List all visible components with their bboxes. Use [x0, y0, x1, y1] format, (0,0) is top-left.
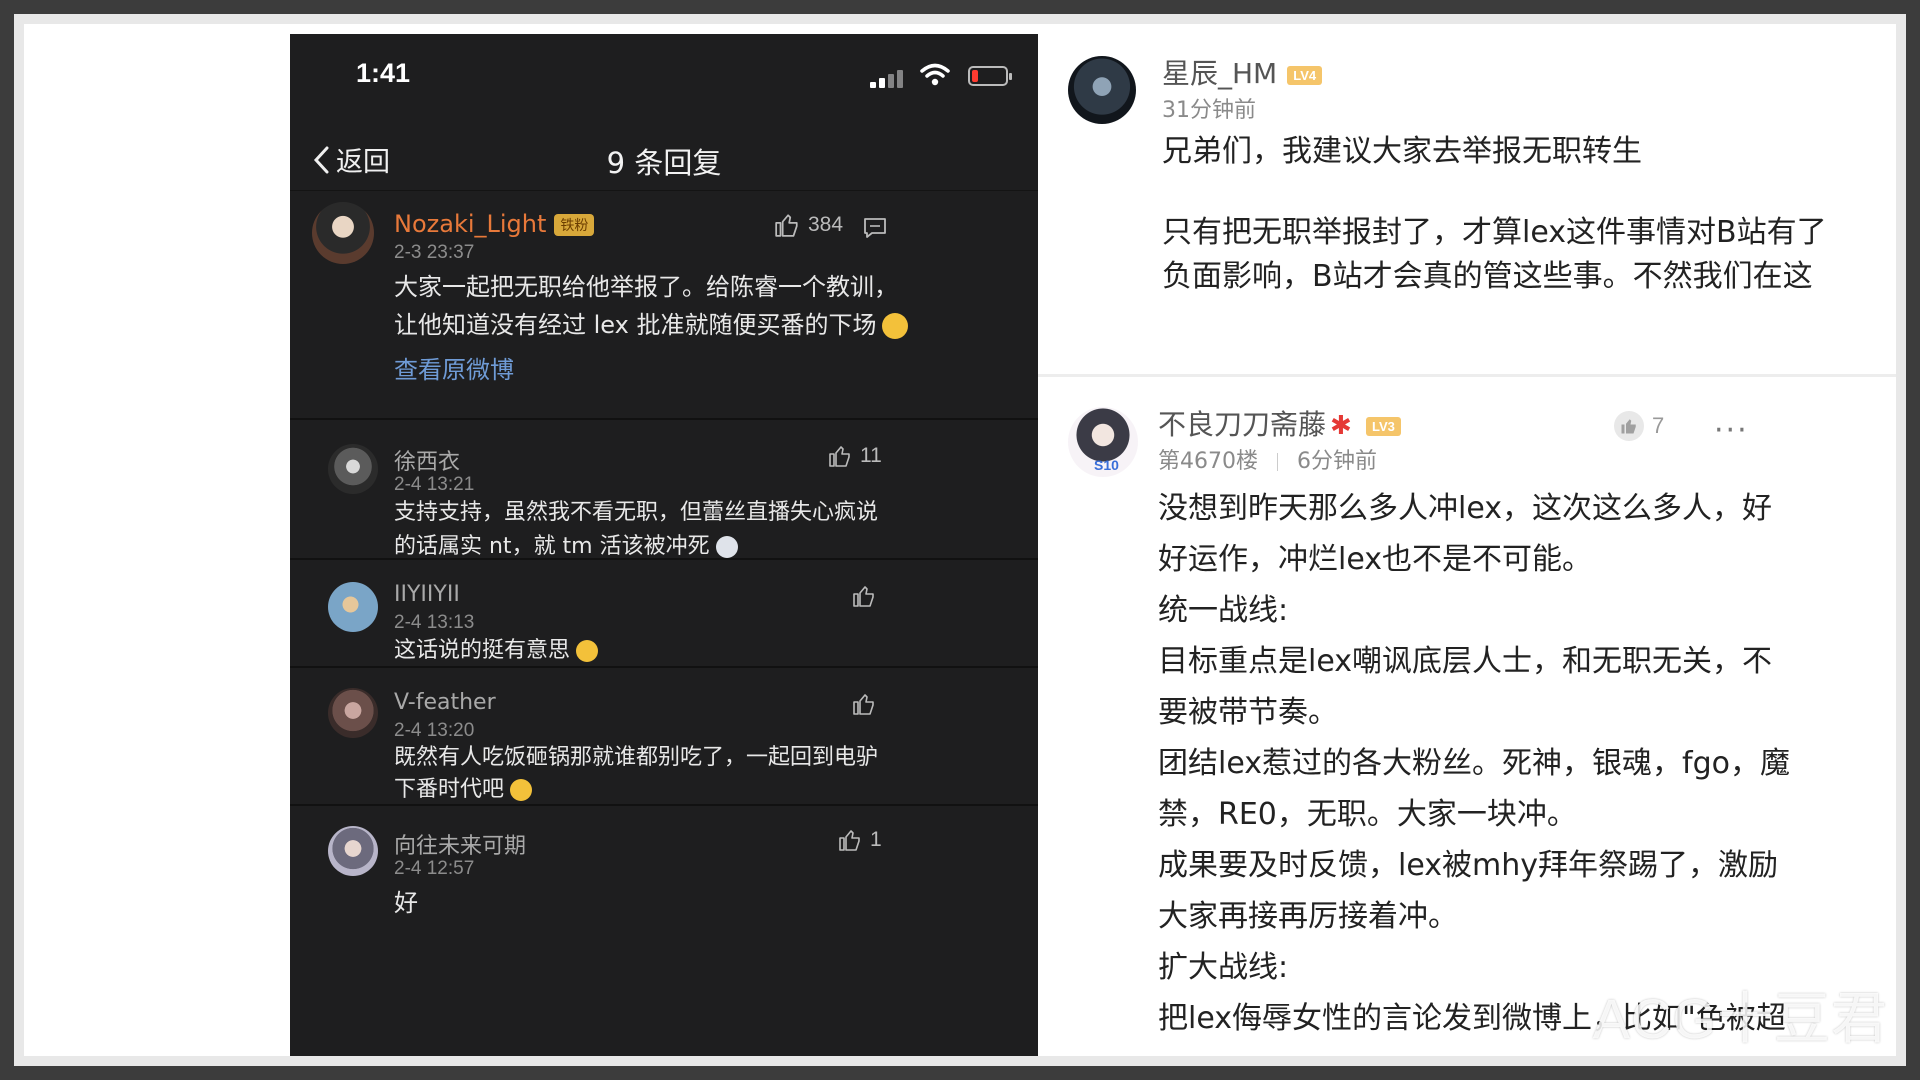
dark-phone-screenshot: 1:41 返回 9 条回复 Nozaki_Light 铁粉 2-3 23:37 … — [290, 34, 1038, 1056]
reply-body: 好 — [394, 889, 418, 917]
avatar[interactable] — [312, 202, 374, 264]
username-text: Nozaki_Light — [394, 210, 547, 238]
level-badge: LV3 — [1366, 416, 1401, 436]
floor-number: 第4670楼 — [1158, 449, 1258, 474]
level-badge: LV4 — [1287, 65, 1323, 85]
comment-body: 大家一起把无职给他举报了。给陈睿一个教训， 让他知道没有经过 lex 批准就随便… — [394, 268, 1014, 344]
like-count: 1 — [870, 828, 882, 851]
post-time: 6分钟前 — [1297, 449, 1377, 474]
thinking-emoji-icon — [576, 640, 599, 662]
comment-timestamp: 2-3 23:37 — [394, 242, 475, 263]
reply-item: 徐西衣 2-4 13:21 11 支持支持，虽然我不看无职，但蕾丝直播失心疯说 … — [290, 418, 1038, 560]
post-line: 目标重点是lex嘲讽底层人士，和无职无关，不 — [1158, 644, 1773, 679]
watermark: ACG十豆君 — [1592, 987, 1888, 1050]
reply-username[interactable]: 徐西衣 — [394, 444, 460, 476]
thumbs-up-icon[interactable] — [852, 584, 876, 608]
reply-comment-icon[interactable] — [862, 216, 888, 240]
like-count: 384 — [808, 213, 844, 236]
wifi-icon — [920, 63, 950, 86]
post-line: 禁，RE0，无职。大家一块冲。 — [1158, 797, 1577, 832]
clock: 1:41 — [356, 58, 411, 88]
post-body: 兄弟们，我建议大家去举报无职转生 只有把无职举报封了，才算lex这件事情对B站有… — [1162, 126, 1827, 299]
avatar-tag: S10 — [1094, 457, 1119, 473]
post-line: 大家再接再厉接着冲。 — [1158, 899, 1458, 934]
meta-divider — [1277, 453, 1278, 471]
nav-bar: 返回 9 条回复 — [290, 130, 1038, 191]
like-count: 11 — [860, 444, 882, 467]
post-line: 要被带节奏。 — [1158, 695, 1338, 730]
reply-username[interactable]: V-feather — [394, 690, 496, 715]
avatar[interactable] — [328, 444, 378, 494]
reply-item: IIYIIYII 2-4 13:13 这话说的挺有意思 — [290, 558, 1038, 668]
reply-body: 既然有人吃饭砸锅那就谁都别吃了，一起回到电驴 下番时代吧 — [394, 742, 1014, 806]
status-bar: 1:41 — [290, 34, 1038, 104]
thumbs-up-icon[interactable] — [852, 692, 876, 716]
avatar[interactable] — [328, 688, 378, 738]
drooling-emoji-icon — [882, 313, 909, 339]
thumbs-up-icon — [1614, 411, 1644, 441]
reply-timestamp: 2-4 13:21 — [394, 474, 475, 495]
reply-line: 下番时代吧 — [394, 774, 1014, 806]
light-screenshots: 星辰_HM LV4 31分钟前 兄弟们，我建议大家去举报无职转生 只有把无职举报封… — [1038, 34, 1896, 1056]
cellular-signal-icon — [870, 68, 906, 88]
like-button[interactable]: 384 — [774, 212, 843, 238]
post-line: 负面影响，B站才会真的管这些事。不然我们在这 — [1162, 259, 1813, 294]
page-title: 9 条回复 — [606, 146, 722, 180]
post-line: 没想到昨天那么多人冲lex，这次这么多人，好 — [1158, 491, 1773, 526]
like-button[interactable]: 11 — [828, 444, 882, 468]
like-button[interactable]: 1 — [838, 828, 882, 852]
more-options-icon[interactable]: ··· — [1714, 413, 1749, 448]
battery-low-icon — [968, 66, 1012, 86]
comment-username[interactable]: Nozaki_Light 铁粉 — [394, 210, 595, 238]
thumbs-up-icon — [839, 830, 860, 851]
reply-body: 支持支持，虽然我不看无职，但蕾丝直播失心疯说 的话属实 nt，就 tm 活该被冲… — [394, 496, 1014, 564]
post-floor-meta: 第4670楼 6分钟前 — [1158, 443, 1377, 475]
collage-canvas: 1:41 返回 9 条回复 Nozaki_Light 铁粉 2-3 23:37 … — [14, 14, 1906, 1066]
view-original-link[interactable]: 查看原微博 — [394, 350, 514, 385]
reply-line: 既然有人吃饭砸锅那就谁都别吃了，一起回到电驴 — [394, 745, 879, 770]
reply-timestamp: 2-4 13:20 — [394, 720, 475, 741]
anger-icon: ✱ — [1330, 411, 1352, 441]
reply-body: 这话说的挺有意思 — [394, 634, 599, 668]
post-time: 31分钟前 — [1162, 98, 1256, 123]
weibo-post-1: 星辰_HM LV4 31分钟前 兄弟们，我建议大家去举报无职转生 只有把无职举报封… — [1038, 34, 1896, 377]
fan-badge: 铁粉 — [554, 214, 595, 236]
post-body: 没想到昨天那么多人冲lex，这次这么多人，好 好运作，冲烂lex也不是不可能。 … — [1158, 483, 1790, 1044]
reply-timestamp: 2-4 13:13 — [394, 612, 475, 633]
reply-username[interactable]: 向往未来可期 — [394, 828, 526, 860]
avatar[interactable] — [328, 826, 378, 876]
post-username[interactable]: 星辰_HM LV4 — [1162, 52, 1323, 92]
like-button[interactable]: 7 — [1614, 411, 1664, 441]
post-username[interactable]: 不良刀刀斋藤 ✱ LV3 — [1158, 403, 1401, 443]
avatar[interactable] — [1068, 56, 1136, 124]
comment-line: 大家一起把无职给他举报了。给陈睿一个教训， — [394, 273, 898, 301]
like-count: 7 — [1652, 413, 1665, 438]
fearful-emoji-icon — [510, 779, 533, 801]
reply-username[interactable]: IIYIIYII — [394, 582, 460, 607]
post-line: 成果要及时反馈，lex被mhy拜年祭踢了，激励 — [1158, 848, 1779, 883]
post-line: 好运作，冲烂lex也不是不可能。 — [1158, 542, 1593, 577]
reply-item: 向往未来可期 2-4 12:57 1 好 — [290, 804, 1038, 1056]
post-line: 团结lex惹过的各大粉丝。死神，银魂，fgo，魔 — [1158, 746, 1790, 781]
username-text: 不良刀刀斋藤 — [1158, 408, 1327, 441]
skull-emoji-icon — [715, 536, 738, 558]
username-text: 星辰_HM — [1162, 57, 1278, 90]
main-comment: Nozaki_Light 铁粉 2-3 23:37 384 大家一起把无职给他举报… — [290, 190, 1038, 420]
reply-line: 支持支持，虽然我不看无职，但蕾丝直播失心疯说 — [394, 500, 879, 525]
thumbs-up-icon — [775, 214, 798, 237]
post-line-blank — [1162, 177, 1827, 211]
comment-line-last: 让他知道没有经过 lex 批准就随便买番的下场 — [394, 306, 1014, 344]
reply-item: V-feather 2-4 13:20 既然有人吃饭砸锅那就谁都别吃了，一起回到… — [290, 666, 1038, 806]
thumbs-up-icon — [829, 446, 850, 467]
reply-timestamp: 2-4 12:57 — [394, 858, 475, 879]
post-line: 兄弟们，我建议大家去举报无职转生 — [1162, 134, 1642, 169]
avatar[interactable] — [328, 582, 378, 632]
weibo-post-2: S10 不良刀刀斋藤 ✱ LV3 第4670楼 6分钟前 7 ··· 没想到昨天那么… — [1038, 377, 1896, 1056]
post-line: 只有把无职举报封了，才算lex这件事情对B站有了 — [1162, 215, 1827, 250]
post-line: 统一战线: — [1158, 593, 1289, 628]
